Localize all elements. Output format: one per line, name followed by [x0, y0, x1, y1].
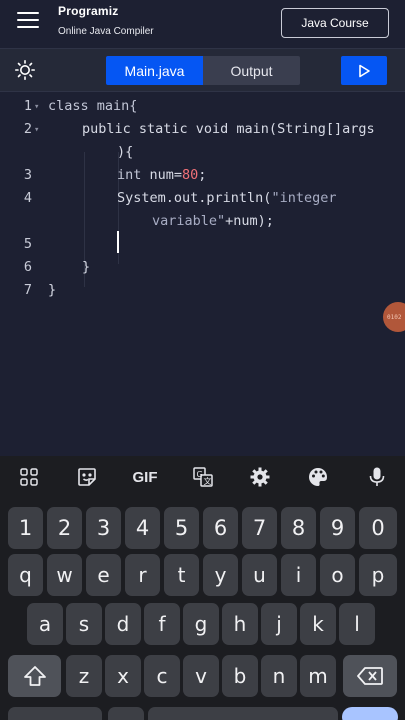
code-line-6: } — [82, 259, 91, 275]
key-d[interactable]: d — [105, 603, 141, 645]
key-f[interactable]: f — [144, 603, 180, 645]
line-number: 4 — [23, 190, 32, 206]
code-line-7: } — [48, 282, 57, 298]
key-7[interactable]: 7 — [242, 507, 277, 549]
key-b[interactable]: b — [222, 655, 258, 697]
code-token: num= — [141, 167, 183, 183]
key-k[interactable]: k — [300, 603, 336, 645]
svg-text:文: 文 — [204, 476, 212, 486]
line-number: 6 — [23, 259, 32, 275]
editor-toolbar: Main.java Output — [0, 48, 405, 92]
key-j[interactable]: j — [261, 603, 297, 645]
app-root: Programiz Online Java Compiler Java Cour… — [0, 0, 405, 720]
key-i[interactable]: i — [281, 554, 316, 596]
key-w[interactable]: w — [47, 554, 82, 596]
key-o[interactable]: o — [320, 554, 355, 596]
tab-main-java[interactable]: Main.java — [106, 56, 203, 85]
key-6[interactable]: 6 — [203, 507, 238, 549]
backspace-key[interactable] — [343, 655, 397, 697]
key-9[interactable]: 9 — [320, 507, 355, 549]
key-u[interactable]: u — [242, 554, 277, 596]
palette-icon[interactable] — [303, 462, 333, 492]
code-token: class main{ — [48, 98, 138, 114]
code-line-1: class main{ — [48, 98, 137, 114]
key-g[interactable]: g — [183, 603, 219, 645]
settings-gear-icon[interactable] — [245, 462, 275, 492]
sticker-icon[interactable] — [72, 462, 102, 492]
code-token: ; — [198, 167, 207, 183]
translate-icon[interactable]: G 文 — [188, 462, 218, 492]
shift-icon — [23, 666, 46, 686]
space-key[interactable] — [148, 707, 338, 720]
top-bar: Programiz Online Java Compiler Java Cour… — [0, 0, 405, 48]
gif-icon[interactable]: GIF — [128, 462, 162, 492]
code-line-3: int num=80; — [117, 167, 206, 183]
java-course-button[interactable]: Java Course — [281, 8, 389, 38]
key-q[interactable]: q — [8, 554, 43, 596]
key-5[interactable]: 5 — [164, 507, 199, 549]
microphone-icon[interactable] — [362, 462, 392, 492]
key-e[interactable]: e — [86, 554, 121, 596]
tab-output[interactable]: Output — [203, 56, 300, 85]
key-c[interactable]: c — [144, 655, 180, 697]
apps-grid-icon[interactable] — [14, 462, 44, 492]
key-3[interactable]: 3 — [86, 507, 121, 549]
code-token: System.out.println( — [117, 190, 272, 206]
key-p[interactable]: p — [359, 554, 397, 596]
emoji-key[interactable] — [108, 707, 144, 720]
code-number: 80 — [182, 167, 199, 183]
shift-key[interactable] — [8, 655, 61, 697]
key-y[interactable]: y — [203, 554, 238, 596]
hamburger-menu-icon[interactable] — [17, 11, 39, 29]
key-h[interactable]: h — [222, 603, 258, 645]
fold-arrow-icon[interactable]: ▾ — [34, 102, 39, 112]
code-line-2: public static void main(String[]args — [82, 121, 375, 137]
on-screen-keyboard: GIF G 文 1 2 3 4 5 6 7 8 9 0 q w e r t y … — [0, 456, 405, 720]
key-x[interactable]: x — [105, 655, 141, 697]
key-2[interactable]: 2 — [47, 507, 82, 549]
sun-icon[interactable] — [15, 60, 36, 81]
key-4[interactable]: 4 — [125, 507, 160, 549]
code-editor[interactable]: 1 ▾ class main{ 2 ▾ public static void m… — [0, 92, 405, 456]
symbols-key[interactable] — [8, 707, 102, 720]
key-r[interactable]: r — [125, 554, 160, 596]
key-l[interactable]: l — [339, 603, 375, 645]
code-token: +num); — [225, 213, 274, 229]
code-token: int — [117, 167, 142, 183]
code-line-4: System.out.println("integer — [117, 190, 336, 206]
floating-badge[interactable]: 0102 — [383, 302, 405, 332]
play-icon — [359, 64, 370, 77]
code-line-4-wrap: variable"+num); — [152, 213, 274, 229]
fold-arrow-icon[interactable]: ▾ — [34, 125, 39, 135]
line-number: 1 — [23, 98, 32, 114]
key-v[interactable]: v — [183, 655, 219, 697]
enter-key[interactable] — [342, 707, 398, 720]
run-button[interactable] — [341, 56, 387, 85]
key-8[interactable]: 8 — [281, 507, 316, 549]
line-number: 7 — [23, 282, 32, 298]
page-subtitle: Online Java Compiler — [58, 26, 154, 37]
svg-text:G: G — [197, 470, 203, 479]
code-line-2-wrap: ){ — [117, 144, 134, 160]
key-n[interactable]: n — [261, 655, 297, 697]
key-0[interactable]: 0 — [359, 507, 397, 549]
code-string: variable" — [152, 213, 226, 229]
key-a[interactable]: a — [27, 603, 63, 645]
line-number: 5 — [23, 236, 32, 252]
code-string: "integer — [271, 190, 337, 206]
backspace-icon — [357, 667, 383, 685]
programiz-logo[interactable]: Programiz — [58, 4, 118, 18]
line-number: 2 — [23, 121, 32, 137]
line-number: 3 — [23, 167, 32, 183]
key-s[interactable]: s — [66, 603, 102, 645]
key-1[interactable]: 1 — [8, 507, 43, 549]
key-m[interactable]: m — [300, 655, 336, 697]
key-t[interactable]: t — [164, 554, 199, 596]
key-z[interactable]: z — [66, 655, 102, 697]
text-cursor — [117, 231, 119, 253]
